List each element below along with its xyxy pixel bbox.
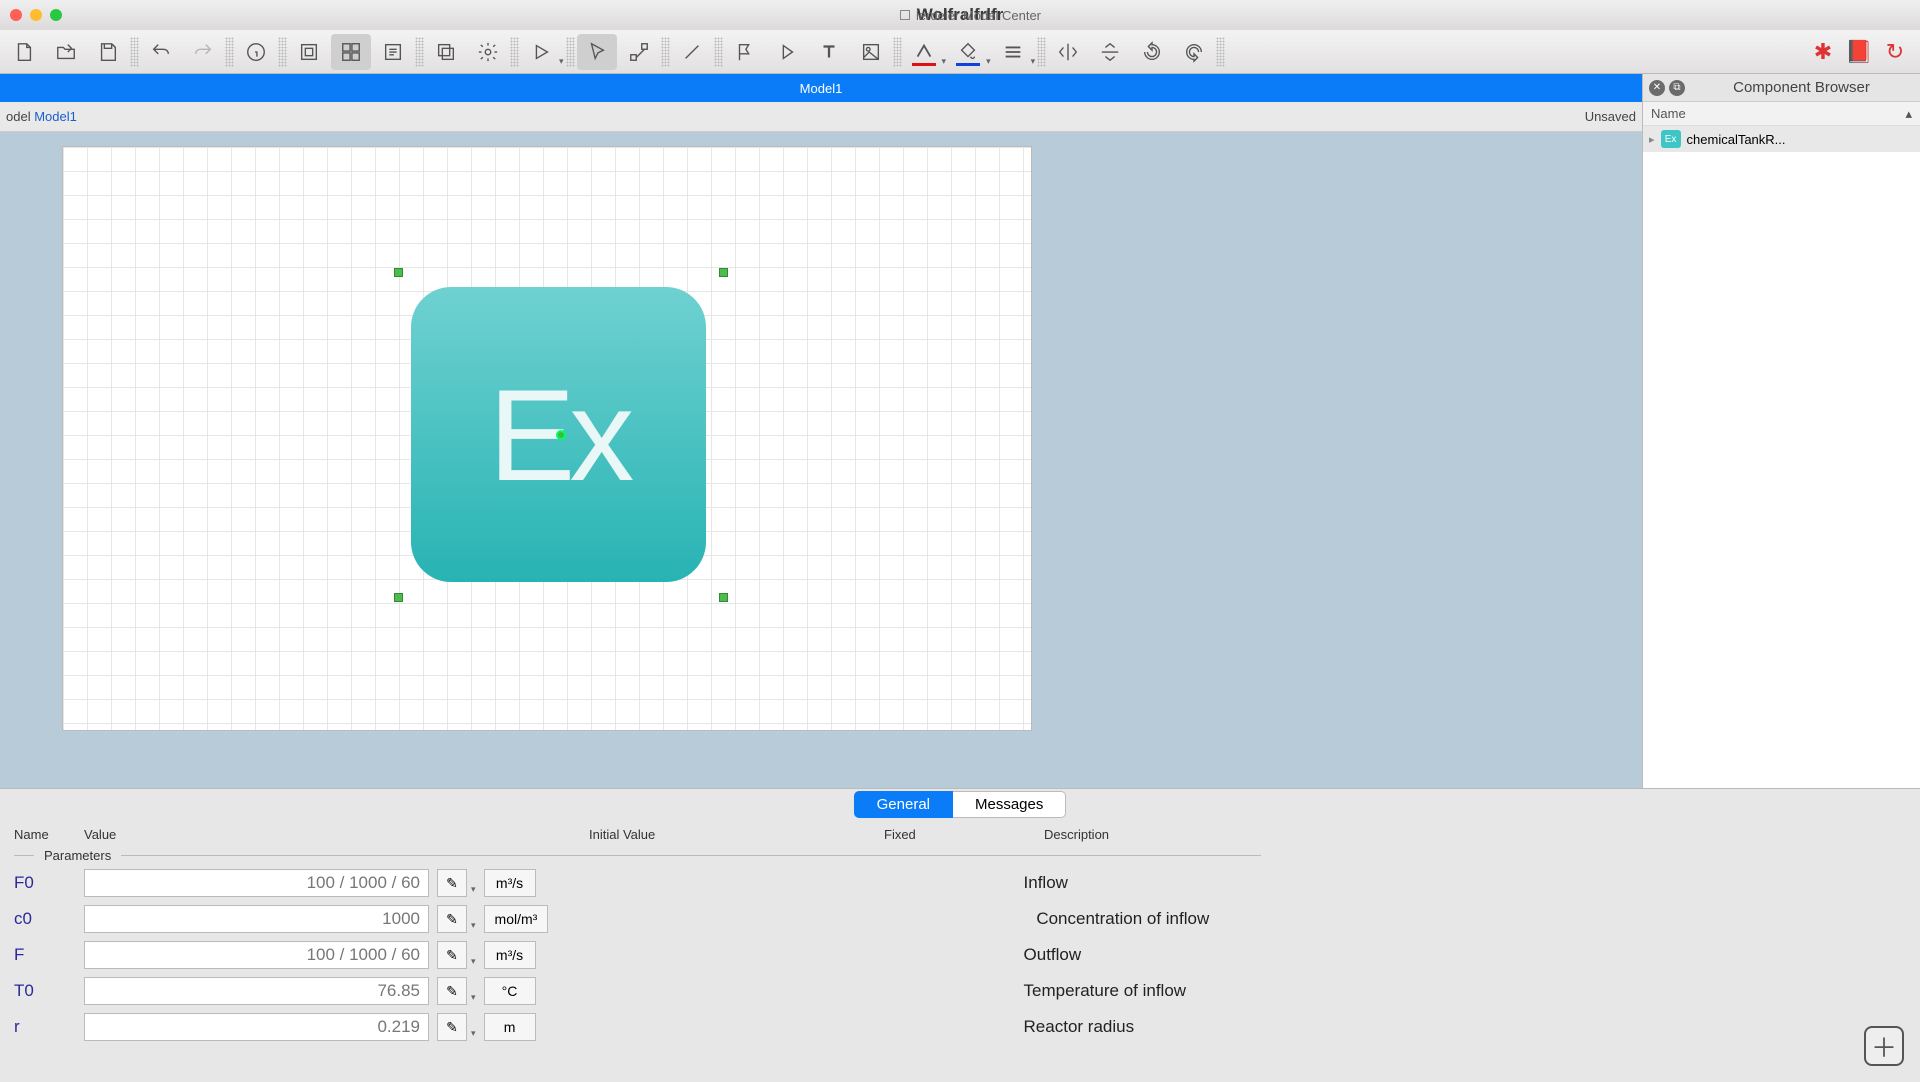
- save-button[interactable]: [88, 34, 128, 70]
- param-description: Temperature of inflow: [1024, 981, 1187, 1001]
- param-unit[interactable]: °C: [484, 977, 536, 1005]
- tree-item-label: chemicalTankR...: [1687, 132, 1786, 147]
- minimize-window-button[interactable]: [30, 9, 42, 21]
- line-tool-button[interactable]: [672, 34, 712, 70]
- line-style-button[interactable]: [993, 34, 1033, 70]
- pointer-tool-button[interactable]: [577, 34, 617, 70]
- param-name: c0: [14, 909, 76, 929]
- edit-value-button[interactable]: ✎: [437, 1013, 467, 1041]
- diagram-canvas[interactable]: Ex: [62, 146, 1032, 731]
- param-description: Reactor radius: [1024, 1017, 1135, 1037]
- fill-color-button[interactable]: [948, 34, 988, 70]
- param-unit[interactable]: m³/s: [484, 941, 536, 969]
- window-titlebar: Wolfralfrlfr lerdeler Model Center: [0, 0, 1920, 30]
- connection-port[interactable]: [556, 430, 566, 440]
- param-description: Outflow: [1024, 945, 1082, 965]
- connector-tool-button[interactable]: [619, 34, 659, 70]
- flag-tool-button[interactable]: [725, 34, 765, 70]
- component-browser-panel: ✕ ⧉ Component Browser Name▴ ▸ Ex chemica…: [1642, 74, 1920, 788]
- param-value-input[interactable]: [84, 905, 429, 933]
- refresh-icon[interactable]: ↻: [1880, 37, 1910, 67]
- rotate-ccw-button[interactable]: [1132, 34, 1172, 70]
- tab-messages[interactable]: Messages: [953, 791, 1066, 818]
- param-value-input[interactable]: [84, 1013, 429, 1041]
- flip-horizontal-button[interactable]: [1048, 34, 1088, 70]
- param-row: c0 ✎▾ mol/m³ Concentration of inflow: [0, 901, 1920, 937]
- param-unit[interactable]: m: [484, 1013, 536, 1041]
- param-name: F0: [14, 873, 76, 893]
- model-path-bar: odel Model1 Unsaved: [0, 102, 1642, 132]
- open-file-button[interactable]: [46, 34, 86, 70]
- param-unit[interactable]: mol/m³: [484, 905, 549, 933]
- param-name: F: [14, 945, 76, 965]
- edit-value-button[interactable]: ✎: [437, 869, 467, 897]
- settings-button[interactable]: [468, 34, 508, 70]
- unsaved-status: Unsaved: [1585, 109, 1636, 124]
- close-window-button[interactable]: [10, 9, 22, 21]
- docs-icon[interactable]: 📕: [1844, 37, 1874, 67]
- param-name: r: [14, 1017, 76, 1037]
- param-value-input[interactable]: [84, 869, 429, 897]
- info-button[interactable]: [236, 34, 276, 70]
- param-row: r ✎▾ m Reactor radius: [0, 1009, 1920, 1045]
- secondary-title: lerdeler Model Center: [900, 7, 1041, 24]
- panel-title: Component Browser: [1733, 79, 1870, 96]
- zoom-window-button[interactable]: [50, 9, 62, 21]
- column-headers: NameValueInitial ValueFixedDescription: [0, 819, 1920, 846]
- undo-button[interactable]: [141, 34, 181, 70]
- param-row: F ✎▾ m³/s Outflow: [0, 937, 1920, 973]
- param-value-input[interactable]: [84, 941, 429, 969]
- example-badge-icon: Ex: [1661, 130, 1681, 148]
- tab-general[interactable]: General: [854, 791, 953, 818]
- chevron-right-icon: ▸: [1649, 133, 1655, 146]
- diagram-view-button[interactable]: [289, 34, 329, 70]
- edit-value-button[interactable]: ✎: [437, 941, 467, 969]
- flip-vertical-button[interactable]: [1090, 34, 1130, 70]
- wolfram-icon[interactable]: ✱: [1808, 37, 1838, 67]
- section-parameters: Parameters: [0, 846, 1920, 865]
- toolbar: ▾ ▾ ▾ ▾ ✱ 📕 ↻: [0, 30, 1920, 74]
- properties-panel: General Messages NameValueInitial ValueF…: [0, 788, 1920, 1082]
- edit-value-button[interactable]: ✎: [437, 905, 467, 933]
- param-name: T0: [14, 981, 76, 1001]
- browser-column-header[interactable]: Name▴: [1643, 102, 1920, 126]
- forward-button[interactable]: [767, 34, 807, 70]
- redo-button[interactable]: [183, 34, 223, 70]
- new-file-button[interactable]: [4, 34, 44, 70]
- param-value-input[interactable]: [84, 977, 429, 1005]
- model-name-link[interactable]: Model1: [34, 109, 77, 124]
- param-row: F0 ✎▾ m³/s Inflow: [0, 865, 1920, 901]
- edit-value-button[interactable]: ✎: [437, 977, 467, 1005]
- param-description: Concentration of inflow: [1036, 909, 1209, 929]
- undock-panel-button[interactable]: ⧉: [1669, 80, 1685, 96]
- param-unit[interactable]: m³/s: [484, 869, 536, 897]
- add-parameter-button[interactable]: ＋: [1864, 1026, 1904, 1066]
- icon-view-button[interactable]: [331, 34, 371, 70]
- image-tool-button[interactable]: [851, 34, 891, 70]
- param-row: T0 ✎▾ °C Temperature of inflow: [0, 973, 1920, 1009]
- stroke-color-button[interactable]: [904, 34, 944, 70]
- duplicate-button[interactable]: [426, 34, 466, 70]
- tree-item[interactable]: ▸ Ex chemicalTankR...: [1643, 126, 1920, 152]
- param-description: Inflow: [1024, 873, 1068, 893]
- text-tool-button[interactable]: [809, 34, 849, 70]
- close-panel-button[interactable]: ✕: [1649, 80, 1665, 96]
- play-button[interactable]: [521, 34, 561, 70]
- rotate-cw-button[interactable]: [1174, 34, 1214, 70]
- sort-caret-icon: ▴: [1905, 106, 1912, 122]
- text-view-button[interactable]: [373, 34, 413, 70]
- document-tab[interactable]: Model1: [0, 74, 1642, 102]
